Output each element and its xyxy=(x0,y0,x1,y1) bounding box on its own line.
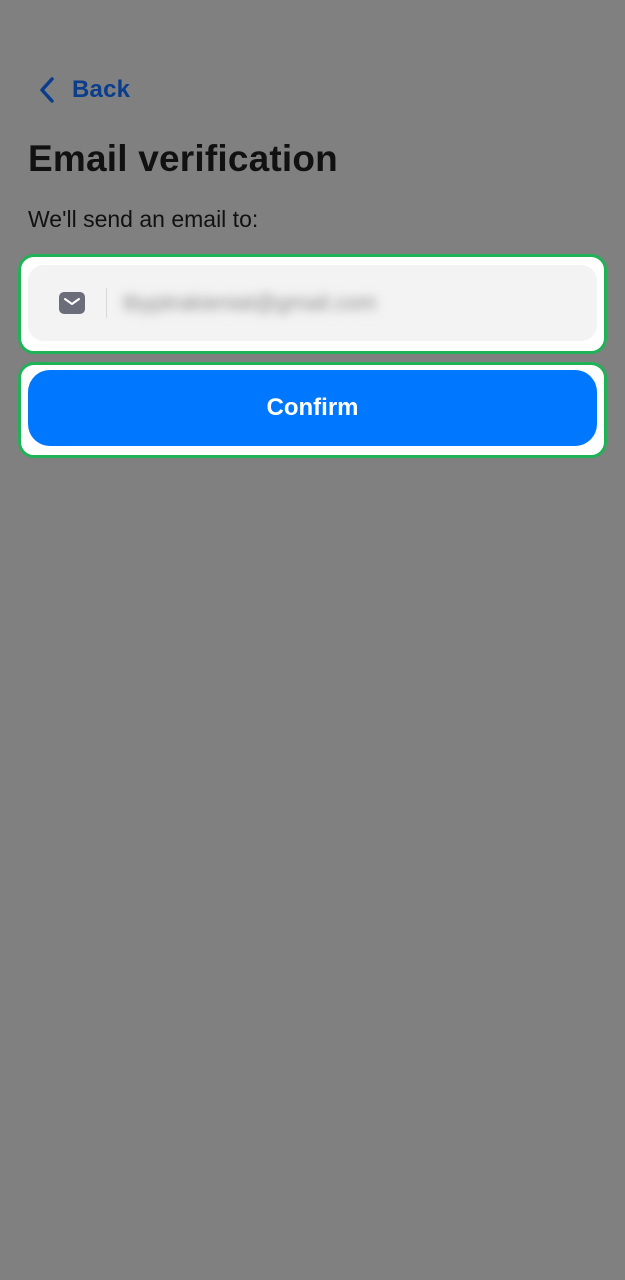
email-value: tbyptrakieniat@gmail.com xyxy=(123,290,377,315)
email-verification-screen: Back Email verification We'll send an em… xyxy=(0,0,625,1280)
confirm-button[interactable]: Confirm xyxy=(28,370,597,446)
page-subtitle: We'll send an email to: xyxy=(28,206,259,232)
page-title: Email verification xyxy=(28,138,338,179)
back-label: Back xyxy=(72,76,131,103)
back-button[interactable]: Back xyxy=(36,70,130,110)
field-divider xyxy=(106,288,107,318)
chevron-left-icon xyxy=(36,75,58,105)
email-field[interactable]: tbyptrakieniat@gmail.com xyxy=(28,265,597,341)
envelope-icon xyxy=(58,291,86,315)
